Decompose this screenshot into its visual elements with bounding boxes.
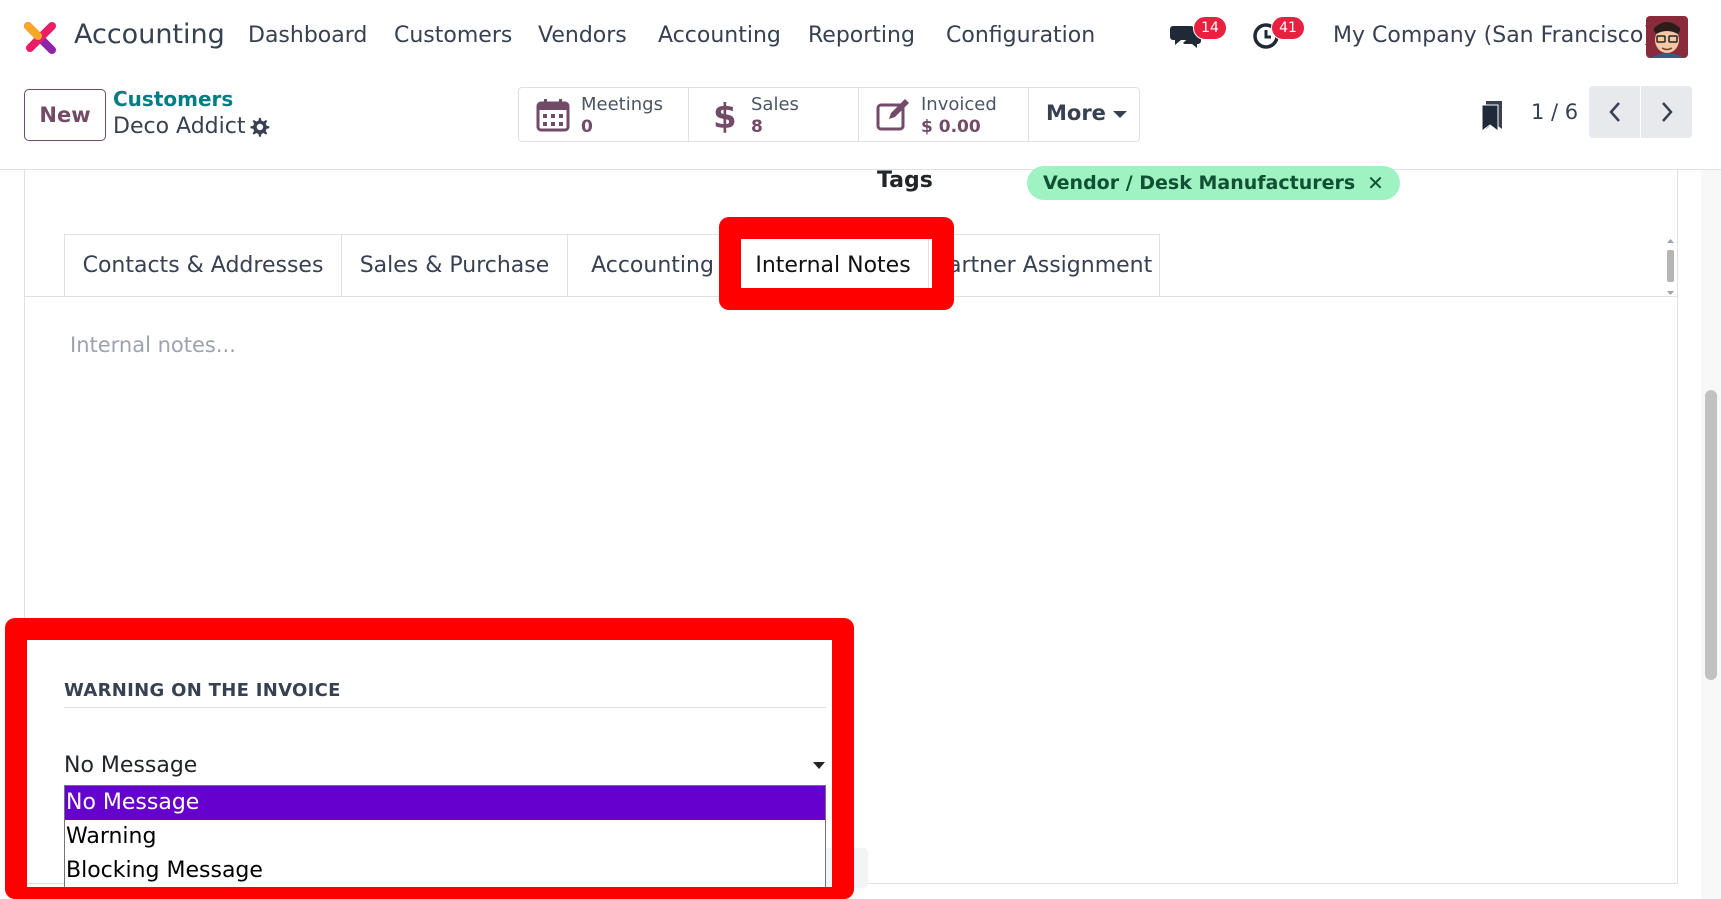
menu-configuration[interactable]: Configuration xyxy=(946,23,1095,48)
tab-contacts-addresses[interactable]: Contacts & Addresses xyxy=(64,234,341,296)
pager-value[interactable]: 1 / 6 xyxy=(1531,100,1578,124)
activities-count-badge: 41 xyxy=(1271,16,1305,40)
chevron-right-icon xyxy=(1661,102,1673,122)
notebook-tabs: Contacts & Addresses Sales & Purchase Ac… xyxy=(64,234,1160,296)
next-record-button[interactable] xyxy=(1641,86,1692,138)
app-logo-icon[interactable] xyxy=(22,18,60,56)
app-name[interactable]: Accounting xyxy=(74,19,225,50)
page-scrollbar[interactable] xyxy=(1701,170,1721,899)
warning-divider xyxy=(64,707,826,708)
option-no-message[interactable]: No Message xyxy=(65,786,825,820)
more-label: More xyxy=(1046,101,1106,125)
breadcrumb-parent[interactable]: Customers xyxy=(113,87,233,111)
caret-down-icon xyxy=(1112,110,1127,118)
dollar-icon: $ xyxy=(713,97,737,133)
page-scrollbar-thumb[interactable] xyxy=(1705,390,1717,680)
tab-sales-purchase[interactable]: Sales & Purchase xyxy=(341,234,567,296)
warning-options-list: No Message Warning Blocking Message xyxy=(64,785,826,899)
edit-icon xyxy=(876,99,909,131)
control-panel: New Customers Deco Addict Meetings 0 $ S… xyxy=(0,74,1721,170)
menu-reporting[interactable]: Reporting xyxy=(808,23,915,48)
user-avatar-icon xyxy=(1646,16,1688,58)
tabs-scrollbar[interactable] xyxy=(1665,238,1676,296)
tab-partner-assignment[interactable]: Partner Assignment xyxy=(928,234,1160,296)
tag-label: Vendor / Desk Manufacturers xyxy=(1043,172,1356,194)
calendar-icon xyxy=(536,99,570,132)
remove-tag-icon[interactable]: ✕ xyxy=(1367,171,1384,195)
bookmark-icon[interactable] xyxy=(1480,99,1504,133)
meetings-label: Meetings xyxy=(581,94,663,115)
more-dropdown-button[interactable]: More xyxy=(1029,88,1139,141)
sales-value: 8 xyxy=(751,117,763,137)
smart-buttons: Meetings 0 $ Sales 8 Invoiced $ 0.00 Mor… xyxy=(518,87,1140,142)
tags-label: Tags xyxy=(877,168,933,193)
invoiced-value: $ 0.00 xyxy=(921,117,981,137)
breadcrumb-current: Deco Addict xyxy=(113,114,246,139)
company-switcher[interactable]: My Company (San Francisco) xyxy=(1333,23,1652,48)
menu-vendors[interactable]: Vendors xyxy=(538,23,627,48)
menu-customers[interactable]: Customers xyxy=(394,23,512,48)
option-warning[interactable]: Warning xyxy=(65,820,825,854)
invoiced-stat-button[interactable]: Invoiced $ 0.00 xyxy=(859,88,1029,141)
tabs-divider xyxy=(24,296,1678,297)
warning-title: WARNING ON THE INVOICE xyxy=(64,680,341,701)
warning-section: WARNING ON THE INVOICE xyxy=(64,680,826,708)
option-blocking-message[interactable]: Blocking Message xyxy=(65,854,825,888)
chevron-left-icon xyxy=(1608,102,1620,122)
sales-label: Sales xyxy=(751,94,799,115)
top-navbar: Accounting Dashboard Customers Vendors A… xyxy=(0,0,1721,74)
invoiced-label: Invoiced xyxy=(921,94,997,115)
new-button[interactable]: New xyxy=(24,89,106,141)
sales-stat-button[interactable]: $ Sales 8 xyxy=(689,88,859,141)
meetings-value: 0 xyxy=(581,117,593,137)
tab-accounting[interactable]: Accounting xyxy=(567,234,737,296)
tag-pill: Vendor / Desk Manufacturers ✕ xyxy=(1027,166,1400,200)
pager-buttons xyxy=(1589,86,1692,138)
user-avatar[interactable] xyxy=(1646,16,1688,58)
warning-select[interactable]: No Message xyxy=(64,753,197,778)
svg-text:$: $ xyxy=(713,97,737,133)
internal-notes-placeholder[interactable]: Internal notes... xyxy=(70,333,236,357)
tab-internal-notes[interactable]: Internal Notes xyxy=(737,234,928,296)
menu-dashboard[interactable]: Dashboard xyxy=(248,23,367,48)
menu-accounting[interactable]: Accounting xyxy=(658,23,781,48)
meetings-stat-button[interactable]: Meetings 0 xyxy=(519,88,689,141)
select-caret-icon[interactable] xyxy=(813,762,825,769)
messages-count-badge: 14 xyxy=(1193,16,1227,40)
previous-record-button[interactable] xyxy=(1589,86,1640,138)
gear-icon[interactable] xyxy=(248,116,270,138)
